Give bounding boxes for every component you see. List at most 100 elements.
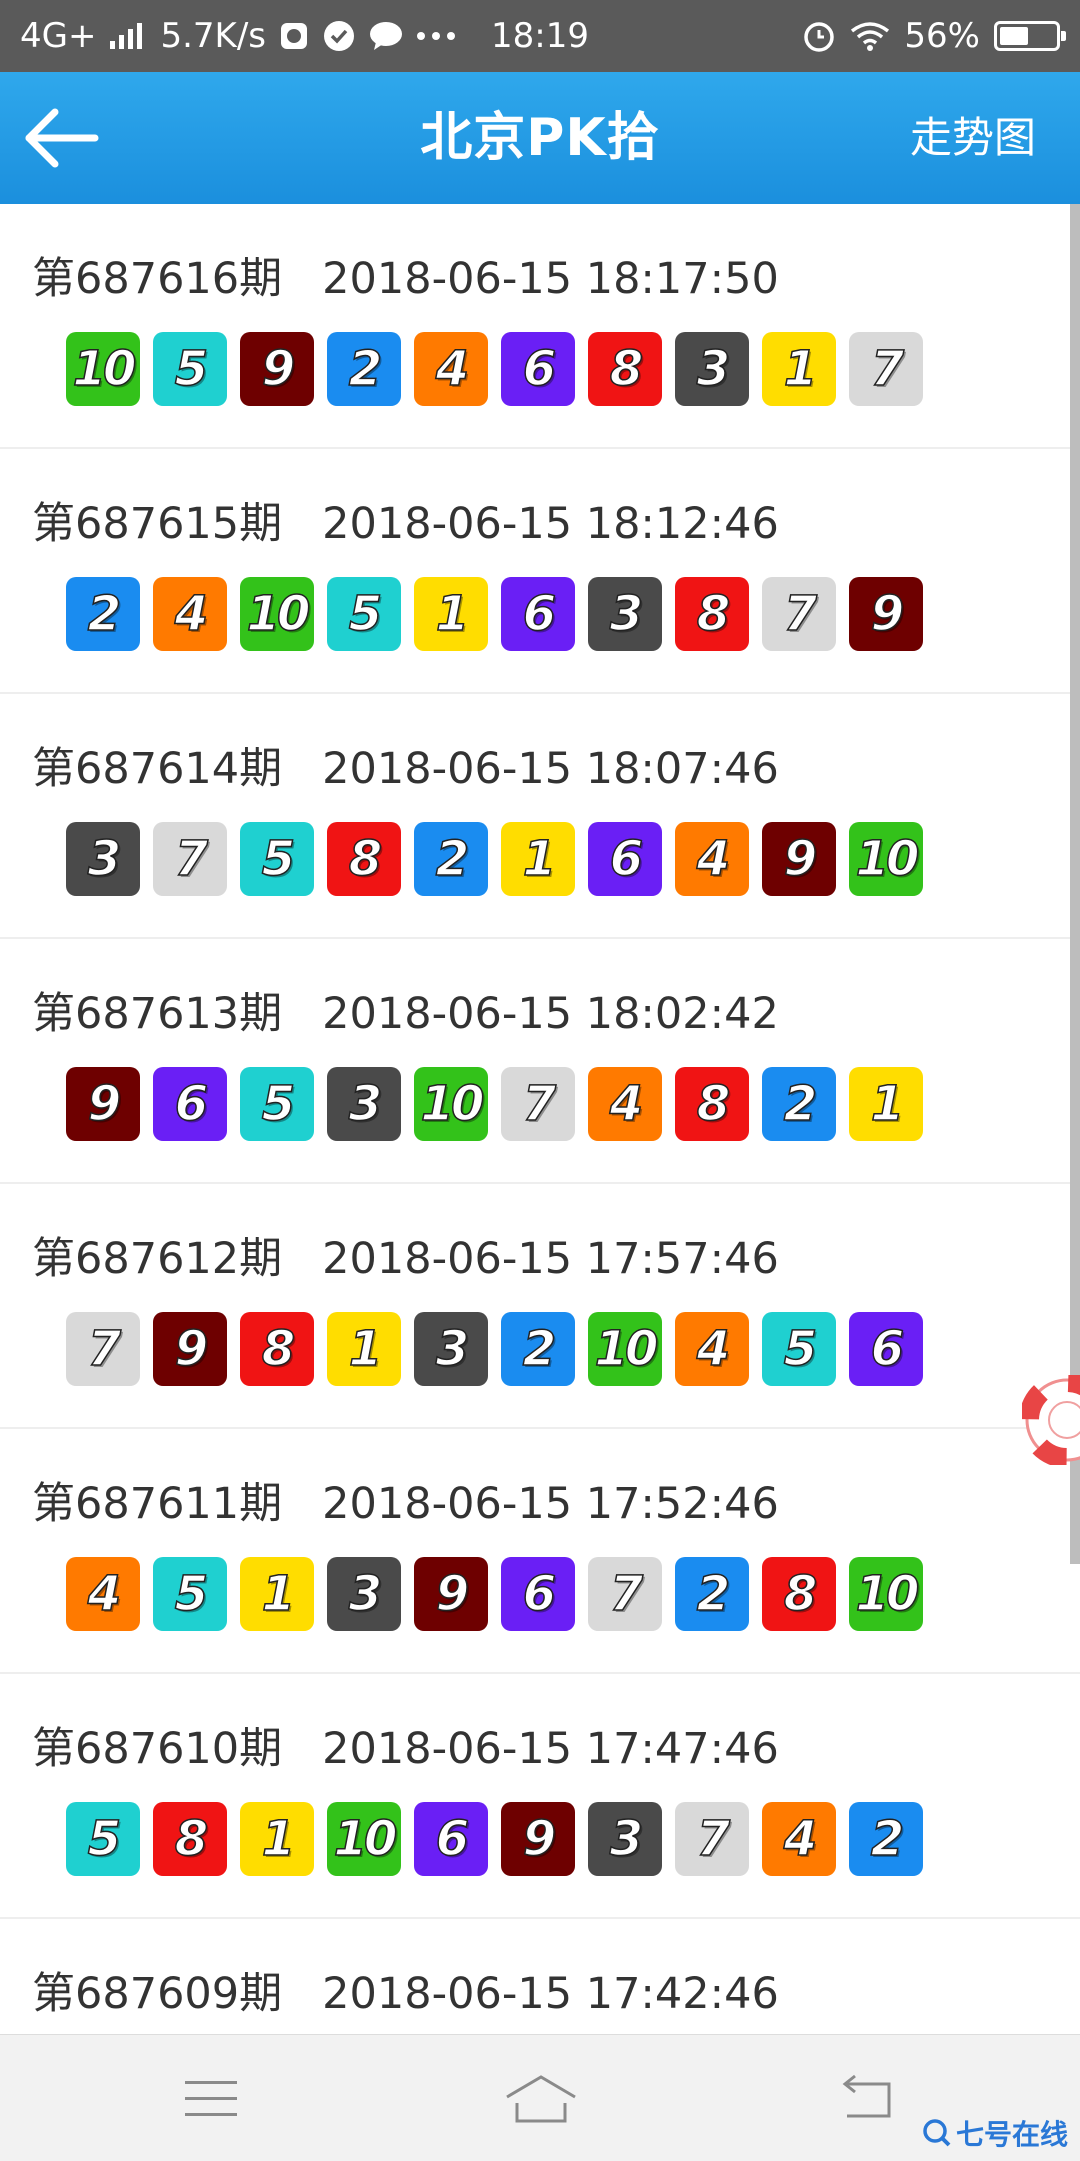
message-icon bbox=[368, 20, 404, 52]
draw-time: 2018-06-15 17:47:46 bbox=[322, 1724, 779, 1774]
number-ball: 2 bbox=[849, 1802, 923, 1876]
lifebuoy-float-button[interactable] bbox=[1019, 1372, 1080, 1468]
number-ball: 5 bbox=[327, 577, 401, 651]
number-ball: 8 bbox=[327, 822, 401, 896]
number-ball: 10 bbox=[849, 1557, 923, 1631]
alarm-icon bbox=[802, 19, 836, 53]
draw-row[interactable]: 第687611期 2018-06-15 17:52:46 4 5 1 3 9 6 7 2 8 10 bbox=[0, 1429, 1080, 1674]
number-ball: 7 bbox=[849, 332, 923, 406]
number-ball: 5 bbox=[762, 1312, 836, 1386]
status-right: 56% bbox=[802, 16, 1066, 56]
number-ball: 1 bbox=[501, 822, 575, 896]
back-nav-button[interactable] bbox=[824, 2059, 914, 2139]
draw-header: 第687615期 2018-06-15 18:12:46 bbox=[32, 489, 779, 551]
number-ball: 1 bbox=[414, 577, 488, 651]
number-ball: 6 bbox=[414, 1802, 488, 1876]
draw-header: 第687609期 2018-06-15 17:42:46 bbox=[32, 1959, 779, 2021]
number-ball: 8 bbox=[153, 1802, 227, 1876]
draw-row[interactable]: 第687609期 2018-06-15 17:42:46 bbox=[0, 1919, 1080, 2034]
number-ball: 1 bbox=[240, 1557, 314, 1631]
system-nav-bar: 七号在线 bbox=[0, 2034, 1080, 2161]
number-ball: 8 bbox=[675, 577, 749, 651]
draw-time: 2018-06-15 18:12:46 bbox=[322, 499, 779, 549]
number-ball: 8 bbox=[762, 1557, 836, 1631]
number-ball: 2 bbox=[501, 1312, 575, 1386]
number-ball: 1 bbox=[762, 332, 836, 406]
check-icon bbox=[322, 19, 356, 53]
issue-number: 第687610期 bbox=[32, 1724, 283, 1774]
number-ball: 3 bbox=[414, 1312, 488, 1386]
menu-icon bbox=[185, 2081, 237, 2116]
draw-time: 2018-06-15 17:42:46 bbox=[322, 1969, 779, 2019]
draw-list[interactable]: 第687616期 2018-06-15 18:17:50 10 5 9 2 4 6 8 3 1 7 第6… bbox=[0, 204, 1080, 2034]
number-ball: 4 bbox=[675, 822, 749, 896]
home-button[interactable] bbox=[496, 2059, 586, 2139]
number-ball: 7 bbox=[588, 1557, 662, 1631]
number-ball: 9 bbox=[153, 1312, 227, 1386]
number-ball: 7 bbox=[153, 822, 227, 896]
number-balls: 10 5 9 2 4 6 8 3 1 7 bbox=[66, 332, 923, 406]
number-ball: 10 bbox=[240, 577, 314, 651]
number-ball: 3 bbox=[327, 1557, 401, 1631]
number-balls: 9 6 5 3 10 7 4 8 2 1 bbox=[66, 1067, 923, 1141]
number-ball: 7 bbox=[66, 1312, 140, 1386]
number-balls: 2 4 10 5 1 6 3 8 7 9 bbox=[66, 577, 923, 651]
lifebuoy-icon bbox=[1019, 1372, 1080, 1468]
draw-time: 2018-06-15 17:57:46 bbox=[322, 1234, 779, 1284]
number-ball: 1 bbox=[327, 1312, 401, 1386]
app-header: 北京PK拾 走势图 bbox=[0, 72, 1080, 204]
number-ball: 4 bbox=[762, 1802, 836, 1876]
draw-header: 第687611期 2018-06-15 17:52:46 bbox=[32, 1469, 779, 1531]
trend-chart-link[interactable]: 走势图 bbox=[910, 72, 1036, 204]
draw-header: 第687613期 2018-06-15 18:02:42 bbox=[32, 979, 779, 1041]
number-ball: 2 bbox=[327, 332, 401, 406]
number-ball: 5 bbox=[153, 1557, 227, 1631]
draw-row[interactable]: 第687612期 2018-06-15 17:57:46 7 9 8 1 3 2 10 4 5 6 bbox=[0, 1184, 1080, 1429]
number-ball: 6 bbox=[501, 577, 575, 651]
number-ball: 7 bbox=[675, 1802, 749, 1876]
number-ball: 1 bbox=[240, 1802, 314, 1876]
draw-time: 2018-06-15 18:02:42 bbox=[322, 989, 779, 1039]
battery-percent: 56% bbox=[904, 16, 980, 56]
scrollbar[interactable] bbox=[1070, 204, 1080, 1564]
network-type: 4G+ bbox=[20, 16, 97, 56]
number-ball: 4 bbox=[153, 577, 227, 651]
number-ball: 3 bbox=[588, 577, 662, 651]
number-ball: 9 bbox=[501, 1802, 575, 1876]
number-ball: 2 bbox=[414, 822, 488, 896]
search-icon bbox=[923, 2119, 951, 2147]
number-ball: 10 bbox=[588, 1312, 662, 1386]
draw-row[interactable]: 第687615期 2018-06-15 18:12:46 2 4 10 5 1 6 3 8 7 9 bbox=[0, 449, 1080, 694]
menu-button[interactable] bbox=[166, 2059, 256, 2139]
battery-icon bbox=[994, 21, 1066, 51]
number-balls: 5 8 1 10 6 9 3 7 4 2 bbox=[66, 1802, 923, 1876]
draw-row[interactable]: 第687616期 2018-06-15 18:17:50 10 5 9 2 4 6 8 3 1 7 bbox=[0, 204, 1080, 449]
number-ball: 10 bbox=[414, 1067, 488, 1141]
issue-number: 第687613期 bbox=[32, 989, 283, 1039]
draw-time: 2018-06-15 18:07:46 bbox=[322, 744, 779, 794]
battery-level bbox=[1000, 27, 1028, 45]
number-ball: 1 bbox=[849, 1067, 923, 1141]
number-ball: 5 bbox=[153, 332, 227, 406]
number-ball: 9 bbox=[762, 822, 836, 896]
number-ball: 6 bbox=[588, 822, 662, 896]
draw-row[interactable]: 第687610期 2018-06-15 17:47:46 5 8 1 10 6 9 3 7 4 2 bbox=[0, 1674, 1080, 1919]
number-balls: 4 5 1 3 9 6 7 2 8 10 bbox=[66, 1557, 923, 1631]
draw-header: 第687610期 2018-06-15 17:47:46 bbox=[32, 1714, 779, 1776]
number-ball: 6 bbox=[849, 1312, 923, 1386]
number-balls: 7 9 8 1 3 2 10 4 5 6 bbox=[66, 1312, 923, 1386]
draw-row[interactable]: 第687613期 2018-06-15 18:02:42 9 6 5 3 10 7 4 8 2 1 bbox=[0, 939, 1080, 1184]
status-bar: 4G+ 5.7K/s 18:19 56% bbox=[0, 0, 1080, 72]
number-ball: 5 bbox=[240, 822, 314, 896]
number-ball: 3 bbox=[66, 822, 140, 896]
number-ball: 8 bbox=[240, 1312, 314, 1386]
number-ball: 5 bbox=[240, 1067, 314, 1141]
draw-row[interactable]: 第687614期 2018-06-15 18:07:46 3 7 5 8 2 1 6 4 9 10 bbox=[0, 694, 1080, 939]
issue-number: 第687611期 bbox=[32, 1479, 283, 1529]
issue-number: 第687614期 bbox=[32, 744, 283, 794]
number-ball: 2 bbox=[66, 577, 140, 651]
number-ball: 8 bbox=[588, 332, 662, 406]
number-ball: 10 bbox=[66, 332, 140, 406]
home-icon bbox=[506, 2075, 576, 2123]
issue-number: 第687616期 bbox=[32, 254, 283, 304]
